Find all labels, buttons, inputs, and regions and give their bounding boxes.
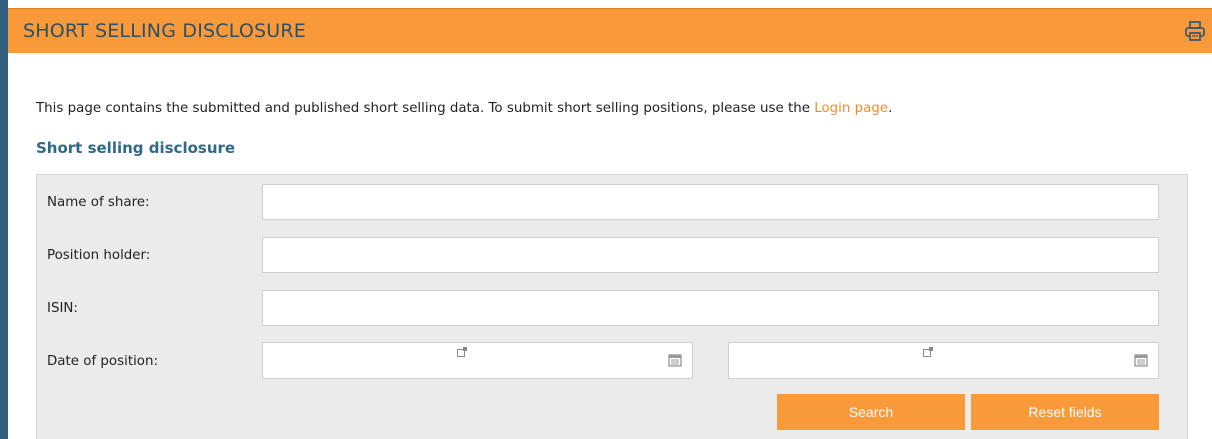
date-from-field[interactable] <box>262 342 693 379</box>
calendar-icon[interactable] <box>1134 353 1148 367</box>
section-title: Short selling disclosure <box>36 139 236 157</box>
intro-text: This page contains the submitted and pub… <box>36 101 892 116</box>
external-box-icon <box>923 347 933 357</box>
date-to-input[interactable] <box>729 343 1158 378</box>
date-of-position-label: Date of position: <box>47 354 158 369</box>
intro-text-after: . <box>888 101 893 116</box>
page-title: SHORT SELLING DISCLOSURE <box>23 20 306 42</box>
page-left-border <box>0 0 8 439</box>
date-to-field[interactable] <box>728 342 1159 379</box>
search-form: Name of share: Position holder: ISIN: Da… <box>36 174 1188 439</box>
search-button[interactable]: Search <box>777 394 965 430</box>
isin-label: ISIN: <box>47 301 78 316</box>
name-of-share-input[interactable] <box>262 184 1159 220</box>
external-box-icon <box>457 347 467 357</box>
isin-input[interactable] <box>262 290 1159 326</box>
page-header: SHORT SELLING DISCLOSURE <box>8 8 1212 53</box>
calendar-icon[interactable] <box>668 353 682 367</box>
login-page-link[interactable]: Login page <box>814 101 888 116</box>
position-holder-input[interactable] <box>262 237 1159 273</box>
reset-fields-button[interactable]: Reset fields <box>971 394 1159 430</box>
printer-icon[interactable] <box>1184 20 1206 42</box>
date-from-input[interactable] <box>263 343 692 378</box>
intro-text-before: This page contains the submitted and pub… <box>36 101 815 116</box>
name-of-share-label: Name of share: <box>47 195 150 210</box>
position-holder-label: Position holder: <box>47 248 151 263</box>
